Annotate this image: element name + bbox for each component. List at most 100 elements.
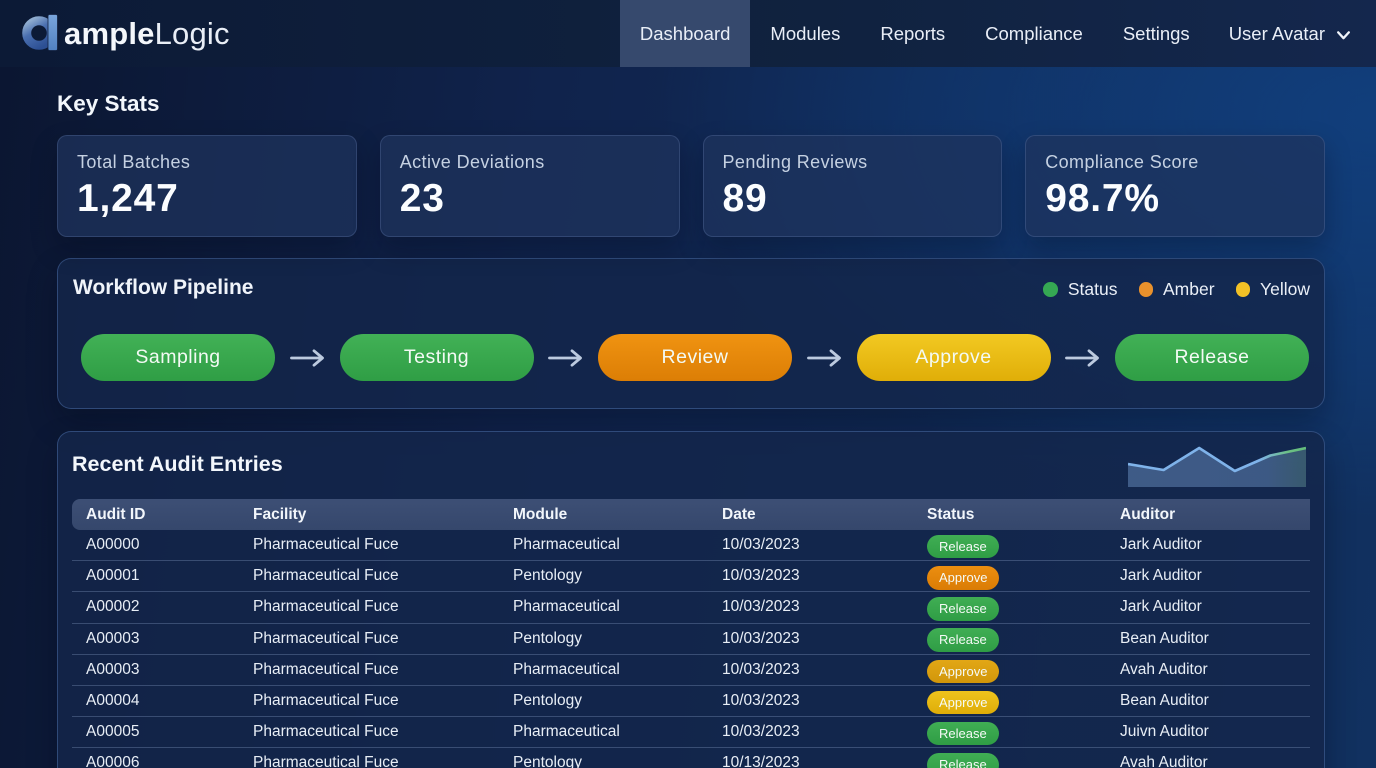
stat-card-value: 1,247	[77, 177, 336, 221]
cell-auditor: Bean Auditor	[1106, 686, 1310, 717]
nav-item[interactable]: Dashboard	[620, 0, 751, 67]
stat-card: Total Batches 1,247	[57, 135, 357, 237]
pipeline-stage-button[interactable]: Sampling	[81, 334, 275, 381]
user-menu[interactable]: User Avatar	[1210, 0, 1350, 67]
nav-item[interactable]: Modules	[750, 0, 860, 67]
legend-dot-icon	[1236, 282, 1251, 297]
audit-table-row[interactable]: A00002 Pharmaceutical Fuce Pharmaceutica…	[72, 592, 1310, 623]
stage-cell: Release	[1115, 334, 1309, 381]
pipeline-stage-button[interactable]: Approve	[857, 334, 1051, 381]
cell-audit-id: A00003	[72, 624, 239, 655]
audit-table-row[interactable]: A00003 Pharmaceutical Fuce Pentology 10/…	[72, 624, 1310, 655]
pipeline-stage-button[interactable]: Release	[1115, 334, 1309, 381]
flow-arrow-icon	[275, 349, 340, 367]
cell-auditor: Bean Auditor	[1106, 624, 1310, 655]
legend-label: Yellow	[1260, 279, 1310, 300]
audit-trend-sparkline	[1128, 446, 1306, 488]
status-badge: Approve	[927, 660, 999, 684]
pipeline-stage-button[interactable]: Testing	[340, 334, 534, 381]
audit-table-row[interactable]: A00006 Pharmaceutical Fuce Pentology 10/…	[72, 748, 1310, 768]
cell-date: 10/03/2023	[708, 561, 913, 592]
status-badge: Release	[927, 722, 999, 746]
cell-status: Release	[913, 717, 1106, 748]
recent-audit-title: Recent Audit Entries	[72, 451, 283, 478]
status-badge: Release	[927, 628, 999, 652]
key-stats-title: Key Stats	[57, 91, 1325, 117]
legend-item: Yellow	[1236, 279, 1310, 300]
legend-label: Amber	[1163, 279, 1215, 300]
cell-status: Release	[913, 624, 1106, 655]
flow-arrow-icon	[792, 349, 857, 367]
cell-status: Release	[913, 592, 1106, 623]
flow-arrow-icon	[534, 349, 599, 367]
dashboard-content: Key Stats Total Batches 1,247 Active Dev…	[0, 91, 1376, 768]
key-stats-row: Total Batches 1,247 Active Deviations 23…	[57, 135, 1325, 237]
cell-status: Release	[913, 530, 1106, 561]
status-badge: Release	[927, 535, 999, 559]
cell-status: Approve	[913, 686, 1106, 717]
audit-table: Audit ID Facility Module Date Status Aud…	[72, 499, 1310, 768]
nav-item[interactable]: Settings	[1103, 0, 1210, 67]
nav-item[interactable]: Reports	[860, 0, 965, 67]
status-badge: Approve	[927, 691, 999, 715]
cell-facility: Pharmaceutical Fuce	[239, 686, 499, 717]
cell-facility: Pharmaceutical Fuce	[239, 624, 499, 655]
nav-item[interactable]: Compliance	[965, 0, 1103, 67]
cell-auditor: Jark Auditor	[1106, 561, 1310, 592]
cell-date: 10/03/2023	[708, 655, 913, 686]
app-logo-text: ampleLogic	[64, 16, 230, 52]
audit-table-header-cell: Audit ID	[72, 499, 239, 530]
cell-date: 10/03/2023	[708, 592, 913, 623]
stat-card-label: Compliance Score	[1045, 152, 1304, 173]
logo-text-light: Logic	[155, 16, 230, 51]
audit-table-header-cell: Date	[708, 499, 913, 530]
cell-module: Pentology	[499, 686, 708, 717]
stat-card-label: Total Batches	[77, 152, 336, 173]
cell-module: Pentology	[499, 624, 708, 655]
cell-facility: Pharmaceutical Fuce	[239, 561, 499, 592]
cell-module: Pentology	[499, 748, 708, 768]
cell-module: Pharmaceutical	[499, 530, 708, 561]
cell-date: 10/03/2023	[708, 686, 913, 717]
status-badge: Release	[927, 753, 999, 768]
cell-status: Release	[913, 748, 1106, 768]
amplelogic-logo-icon	[22, 14, 60, 51]
audit-table-header-cell: Status	[913, 499, 1106, 530]
stage-cell: Approve	[857, 334, 1116, 381]
cell-date: 10/03/2023	[708, 717, 913, 748]
cell-auditor: Jark Auditor	[1106, 530, 1310, 561]
cell-module: Pharmaceutical	[499, 717, 708, 748]
audit-table-row[interactable]: A00005 Pharmaceutical Fuce Pharmaceutica…	[72, 717, 1310, 748]
stage-cell: Review	[598, 334, 857, 381]
top-nav-bar: ampleLogic Dashboard Modules Reports Com…	[0, 0, 1376, 67]
audit-table-row[interactable]: A00004 Pharmaceutical Fuce Pentology 10/…	[72, 686, 1310, 717]
audit-table-row[interactable]: A00000 Pharmaceutical Fuce Pharmaceutica…	[72, 530, 1310, 561]
cell-audit-id: A00002	[72, 592, 239, 623]
audit-table-row[interactable]: A00003 Pharmaceutical Fuce Pharmaceutica…	[72, 655, 1310, 686]
app-logo: ampleLogic	[22, 16, 230, 52]
legend-label: Status	[1068, 279, 1118, 300]
flow-arrow-icon	[1051, 349, 1116, 367]
cell-auditor: Jark Auditor	[1106, 592, 1310, 623]
cell-facility: Pharmaceutical Fuce	[239, 530, 499, 561]
stat-card: Compliance Score 98.7%	[1025, 135, 1325, 237]
cell-facility: Pharmaceutical Fuce	[239, 748, 499, 768]
pipeline-stage-button[interactable]: Review	[598, 334, 792, 381]
cell-audit-id: A00006	[72, 748, 239, 768]
audit-table-header-cell: Facility	[239, 499, 499, 530]
status-badge: Release	[927, 597, 999, 621]
pipeline-legend: Status Amber Yellow	[1043, 279, 1310, 300]
cell-status: Approve	[913, 561, 1106, 592]
cell-audit-id: A00003	[72, 655, 239, 686]
audit-table-header-cell: Module	[499, 499, 708, 530]
stat-card: Active Deviations 23	[380, 135, 680, 237]
audit-table-body: A00000 Pharmaceutical Fuce Pharmaceutica…	[72, 530, 1310, 768]
workflow-pipeline-title: Workflow Pipeline	[73, 276, 253, 300]
audit-table-row[interactable]: A00001 Pharmaceutical Fuce Pentology 10/…	[72, 561, 1310, 592]
cell-module: Pharmaceutical	[499, 592, 708, 623]
pipeline-stages: Sampling Testing	[81, 334, 1309, 381]
cell-facility: Pharmaceutical Fuce	[239, 655, 499, 686]
stat-card-label: Active Deviations	[400, 152, 659, 173]
stage-cell: Testing	[340, 334, 599, 381]
cell-date: 10/03/2023	[708, 530, 913, 561]
